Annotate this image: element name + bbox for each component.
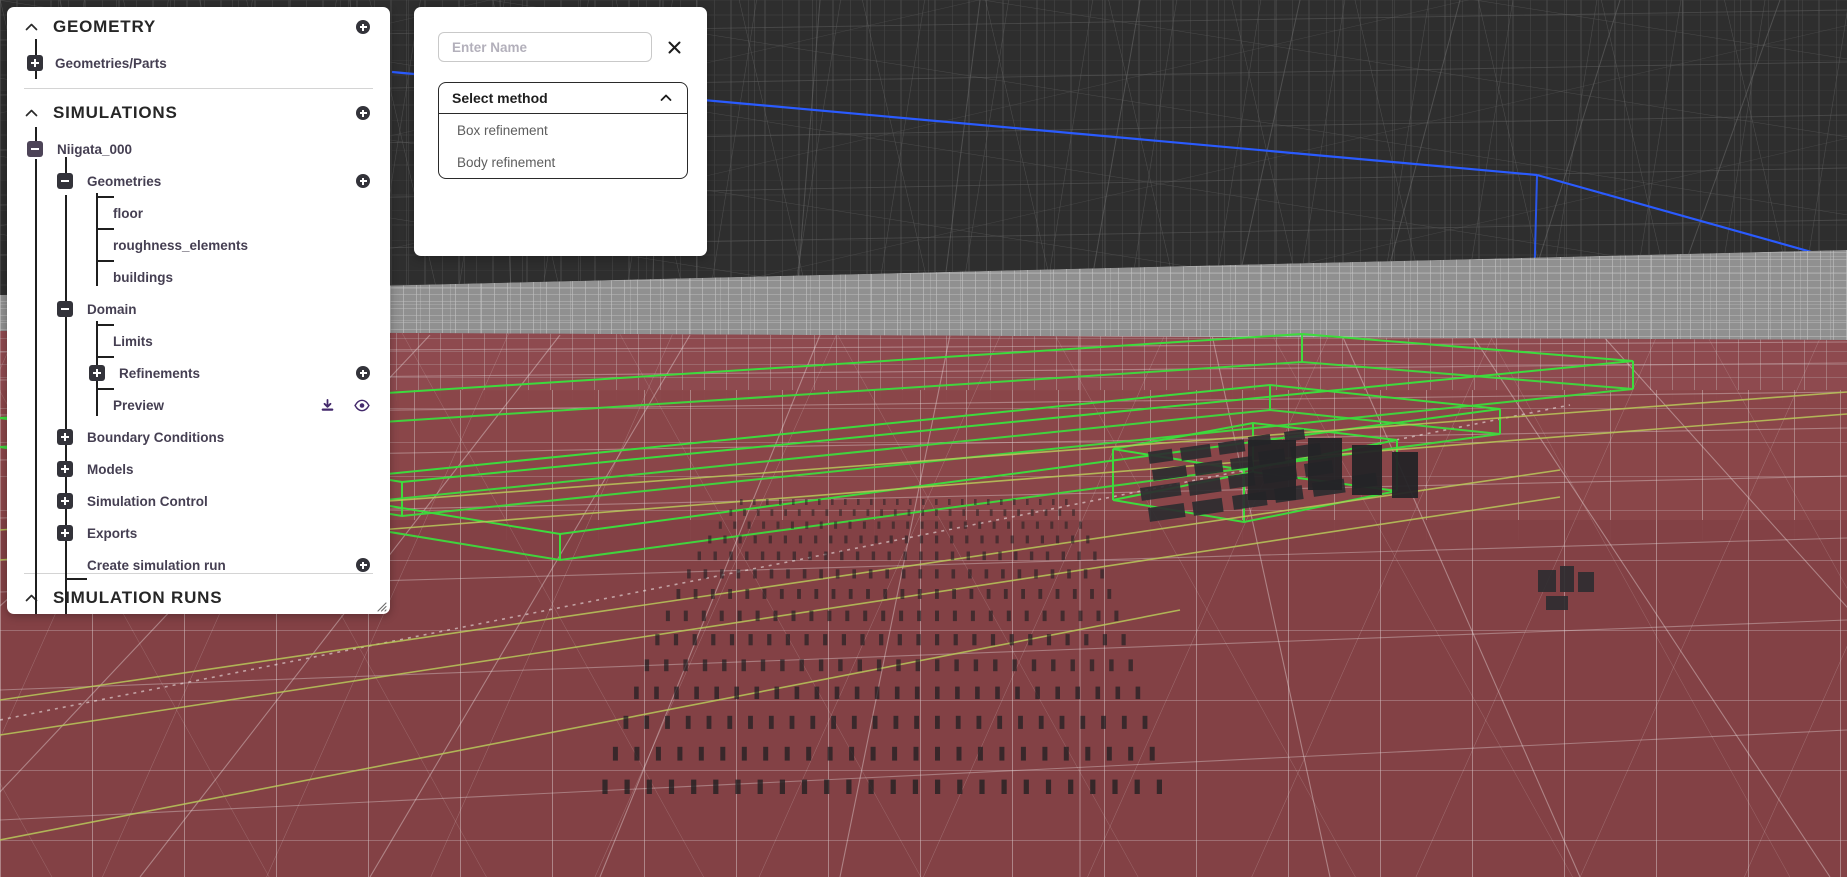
- tree-item-label: Refinements: [119, 365, 201, 381]
- add-geometry-child-button[interactable]: [356, 174, 370, 188]
- tree-item-geometries-parts[interactable]: Geometries/Parts: [7, 47, 390, 79]
- minus-square-icon[interactable]: [57, 173, 73, 189]
- name-input[interactable]: [438, 32, 652, 62]
- tree-item-label: Models: [87, 461, 134, 477]
- plus-square-icon[interactable]: [57, 461, 73, 477]
- tree-item-label: Preview: [113, 397, 165, 413]
- tree-item-label: Boundary Conditions: [87, 429, 225, 445]
- tree-line: [96, 356, 114, 358]
- tree-line: [96, 228, 114, 230]
- method-option-box-refinement[interactable]: Box refinement: [439, 114, 687, 146]
- section-title: SIMULATION RUNS: [53, 588, 223, 607]
- eye-icon[interactable]: [354, 398, 370, 413]
- chevron-up-icon[interactable]: [21, 588, 41, 608]
- resize-grip-icon[interactable]: [375, 599, 387, 612]
- chevron-up-icon[interactable]: [658, 90, 674, 106]
- add-geometry-button[interactable]: [356, 20, 370, 34]
- plus-square-icon[interactable]: [89, 365, 105, 381]
- create-simulation-run-button[interactable]: [356, 558, 370, 572]
- chevron-up-icon[interactable]: [21, 17, 41, 37]
- tree-item-label: buildings: [113, 269, 173, 285]
- tree-line: [65, 195, 67, 614]
- divider: [24, 88, 373, 89]
- close-x-icon[interactable]: [666, 39, 683, 56]
- tree-line: [65, 578, 87, 580]
- tree-line: [35, 159, 37, 614]
- tree-item-label: Simulation Control: [87, 493, 208, 509]
- tree-item-label: Limits: [113, 333, 153, 349]
- tree-item-label: roughness_elements: [113, 237, 249, 253]
- section-title: SIMULATIONS: [53, 103, 178, 122]
- section-title: GEOMETRY: [53, 17, 157, 36]
- simulation-tree: Niigata_000 Geometries floor roughness_e…: [7, 127, 390, 614]
- section-header-simulations[interactable]: SIMULATIONS: [7, 93, 390, 133]
- section-header-geometry[interactable]: GEOMETRY: [7, 7, 390, 47]
- download-icon[interactable]: [320, 398, 335, 413]
- tree-item-label: Niigata_000: [57, 141, 133, 157]
- navigation-sidebar[interactable]: GEOMETRY Geometries/Parts SIMULATIONS Ni…: [7, 7, 390, 614]
- tree-line: [96, 324, 114, 326]
- chevron-up-icon[interactable]: [21, 103, 41, 123]
- minus-square-icon[interactable]: [27, 141, 43, 157]
- dialog-header-row: [438, 32, 683, 62]
- tree-item-label: floor: [113, 205, 143, 221]
- tree-item-label: Geometries/Parts: [55, 55, 167, 71]
- method-select-trigger[interactable]: Select method: [439, 83, 687, 114]
- plus-square-icon[interactable]: [57, 429, 73, 445]
- tree-line: [96, 388, 114, 390]
- plus-square-icon[interactable]: [57, 525, 73, 541]
- method-option-body-refinement[interactable]: Body refinement: [439, 146, 687, 178]
- add-simulation-button[interactable]: [356, 106, 370, 120]
- tree-item-label: Domain: [87, 301, 137, 317]
- tree-item-label: Exports: [87, 525, 138, 541]
- minus-square-icon[interactable]: [57, 301, 73, 317]
- tree-line: [96, 196, 114, 198]
- plus-square-icon[interactable]: [57, 493, 73, 509]
- section-simulations: SIMULATIONS Niigata_000 Geometries floor…: [7, 93, 390, 614]
- add-refinement-button[interactable]: [356, 366, 370, 380]
- tree-item-label: Create simulation run: [87, 557, 226, 573]
- plus-square-icon[interactable]: [27, 55, 43, 71]
- create-refinement-dialog[interactable]: Select method Box refinement Body refine…: [414, 7, 707, 256]
- tree-line: [96, 260, 114, 262]
- method-select[interactable]: Select method Box refinement Body refine…: [438, 82, 688, 179]
- tree-item-label: Geometries: [87, 173, 162, 189]
- tree-line: [96, 193, 98, 286]
- section-geometry: GEOMETRY Geometries/Parts: [7, 7, 390, 79]
- method-select-label: Select method: [452, 90, 548, 106]
